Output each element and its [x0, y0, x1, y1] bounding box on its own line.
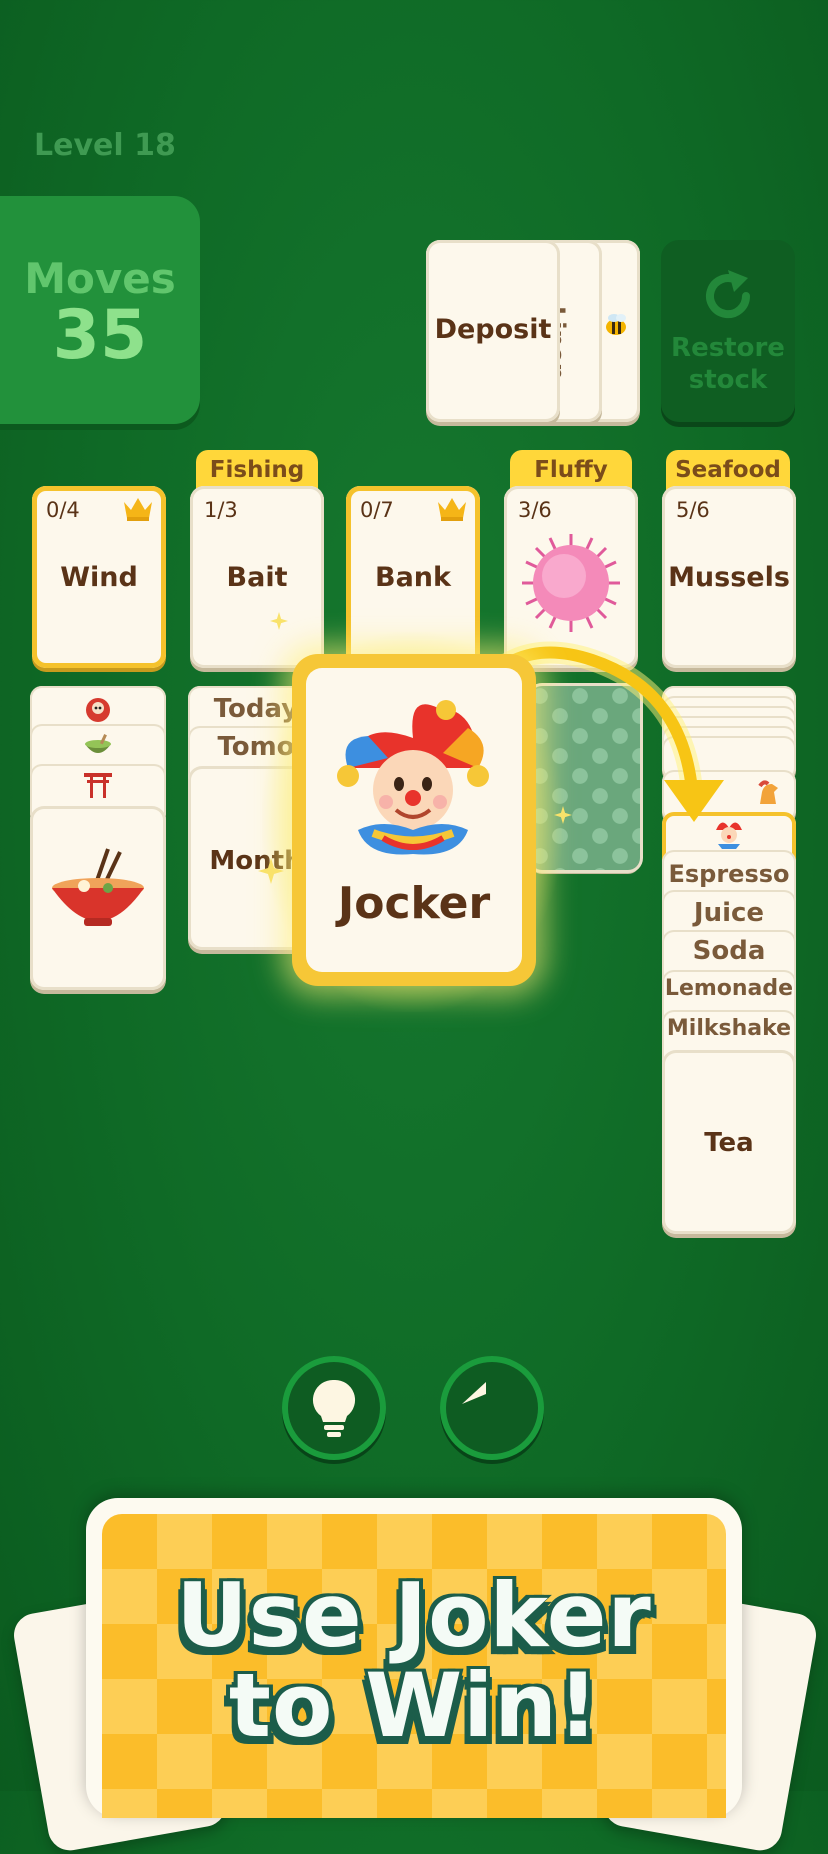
- sparkle-icon: [270, 612, 288, 630]
- foundation-count: 0/7: [360, 498, 394, 522]
- joker-card[interactable]: Jocker: [292, 654, 536, 986]
- column5-card-label: Soda: [692, 936, 766, 966]
- hint-button[interactable]: [282, 1356, 386, 1460]
- column5-card-label: Milkshake: [666, 1016, 792, 1041]
- daruma-icon: [86, 698, 110, 722]
- column5-card-label: Espresso: [668, 860, 790, 888]
- undo-icon: [462, 1382, 486, 1404]
- level-label: Level 18: [34, 128, 176, 163]
- column1-card-ramen[interactable]: [30, 806, 166, 990]
- pony-icon: [758, 780, 778, 804]
- promo-banner-panel: Use Joker to Win!: [102, 1514, 726, 1818]
- foundation-wind[interactable]: 0/4 Wind: [32, 486, 166, 668]
- sparkle-icon: [554, 806, 572, 824]
- joker-card-title: Jocker: [337, 878, 491, 929]
- column5-card-label: Lemonade: [664, 976, 794, 1001]
- foundation-tag-fishing: Fishing: [196, 450, 318, 490]
- moves-counter: 35: [52, 296, 148, 375]
- ramen-icon: [52, 848, 144, 926]
- restore-stock-label: Restore stock: [661, 332, 795, 396]
- foundation-title: Bait: [226, 562, 288, 593]
- stock-card-deposit[interactable]: Deposit: [426, 240, 560, 422]
- pink-pompom-icon: [522, 534, 620, 632]
- promo-banner-line2: to Win!: [228, 1654, 600, 1757]
- column5-card-label: Tea: [704, 1128, 754, 1158]
- column5-card-tea[interactable]: Tea: [662, 1050, 796, 1234]
- foundation-count: 3/6: [518, 498, 552, 522]
- jester-icon: [337, 700, 489, 855]
- sparkle-icon: [258, 858, 284, 884]
- restore-label-line1: Restore: [671, 333, 785, 363]
- foundation-count: 1/3: [204, 498, 238, 522]
- joker-card-face: Jocker: [306, 668, 522, 972]
- restore-label-line2: stock: [688, 365, 768, 395]
- undo-button[interactable]: [440, 1356, 544, 1460]
- matcha-icon: [85, 734, 111, 753]
- promo-banner-line1: Use Joker: [176, 1564, 652, 1667]
- torii-icon: [84, 773, 112, 798]
- restore-icon: [706, 270, 751, 319]
- foundation-count: 5/6: [676, 498, 710, 522]
- column5-card-label: Juice: [693, 898, 765, 928]
- bee-icon: [606, 314, 626, 335]
- crown-icon: [438, 498, 466, 521]
- promo-banner: Use Joker to Win!: [86, 1498, 742, 1818]
- foundation-title: Bank: [375, 562, 451, 593]
- stock-card-deposit-label: Deposit: [434, 314, 552, 345]
- foundation-title: Mussels: [668, 562, 790, 593]
- foundation-tag-seafood: Seafood: [666, 450, 790, 490]
- restore-stock-button[interactable]: Restore stock: [661, 240, 795, 422]
- foundation-count: 0/4: [46, 498, 80, 522]
- foundation-tag-fluffy: Fluffy: [510, 450, 632, 490]
- moves-panel: Moves 35: [0, 196, 200, 424]
- foundation-title: Wind: [60, 562, 138, 593]
- lightbulb-icon: [312, 1379, 356, 1437]
- crown-icon: [124, 498, 152, 521]
